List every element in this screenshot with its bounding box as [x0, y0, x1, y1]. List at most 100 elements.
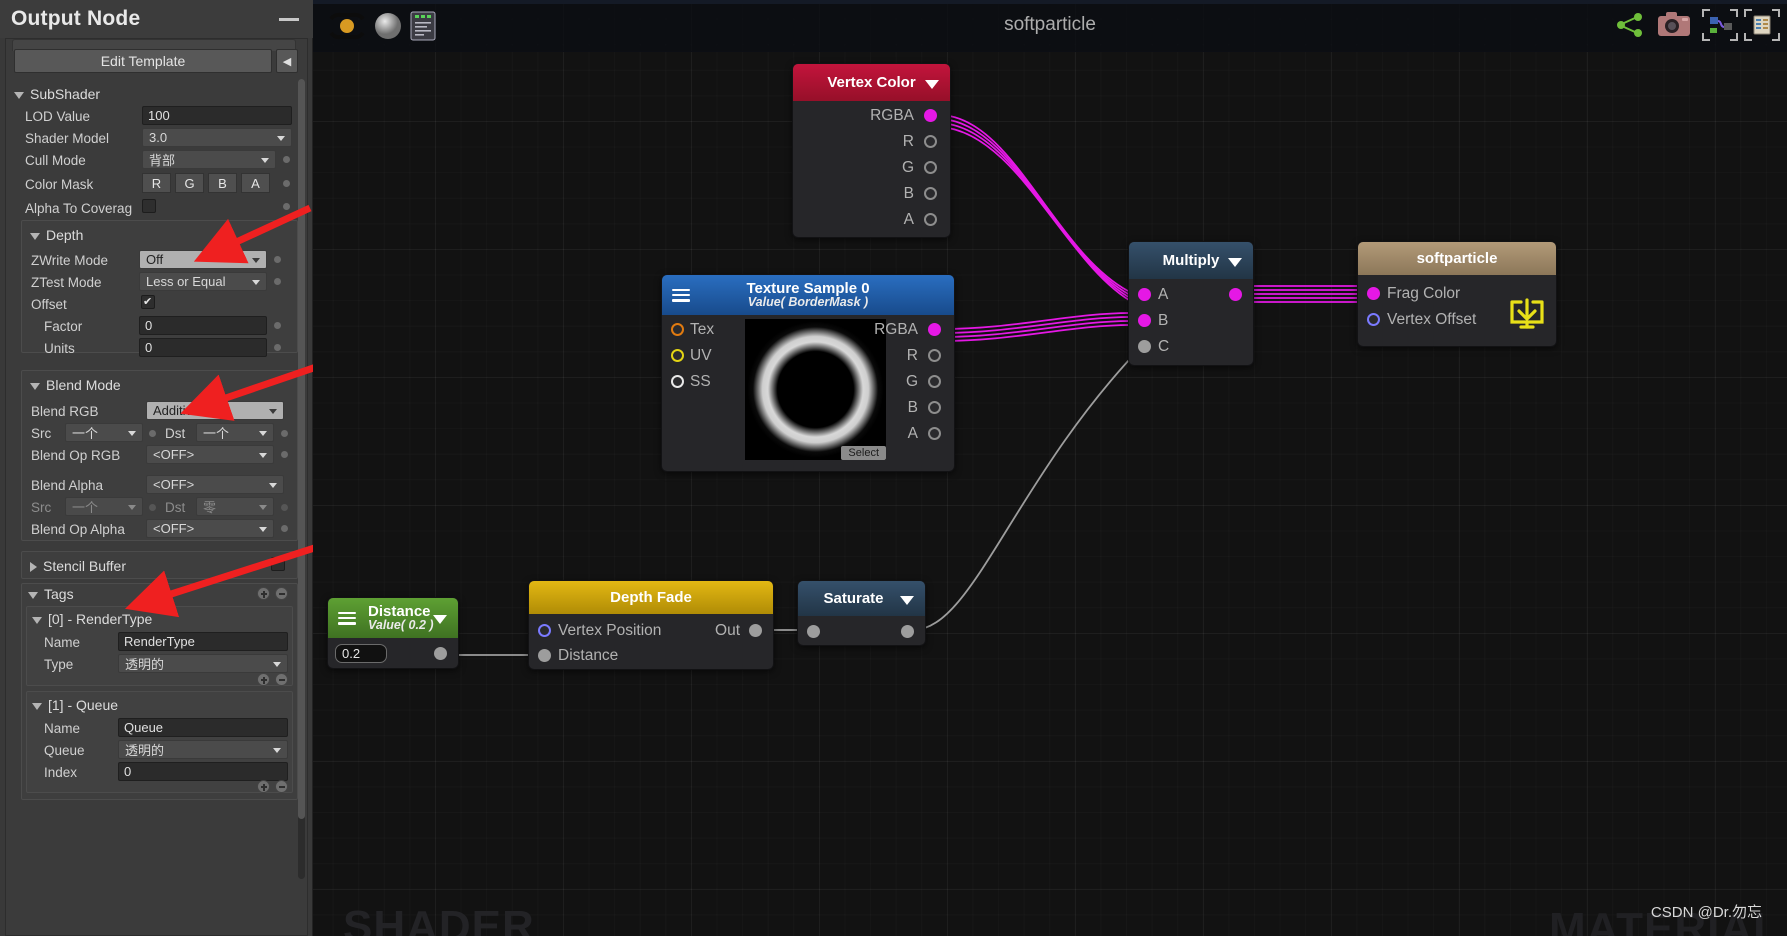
dst-alpha-port-dot[interactable]	[281, 504, 288, 511]
node-texture-sample-header[interactable]: Texture Sample 0 Value( BorderMask )	[662, 275, 954, 315]
edit-template-button[interactable]: Edit Template	[14, 49, 272, 73]
zwrite-mode-dropdown[interactable]: Off	[139, 250, 267, 269]
node-vertex-color-header[interactable]: Vertex Color	[793, 64, 950, 101]
color-mask-g-toggle[interactable]: G	[175, 173, 204, 193]
port-out-depth-fade[interactable]	[749, 624, 762, 637]
port-in-frag-color[interactable]	[1367, 287, 1380, 300]
tag-1-add-button[interactable]	[257, 780, 270, 793]
port-in-b[interactable]	[1138, 314, 1151, 327]
offset-checkbox[interactable]	[141, 295, 155, 309]
port-out-a[interactable]	[924, 213, 937, 226]
port-out-tex-b[interactable]	[928, 401, 941, 414]
foldout-depth[interactable]: Depth	[30, 227, 83, 243]
texture-preview[interactable]: Select	[745, 319, 886, 460]
node-menu-icon[interactable]	[338, 612, 356, 625]
port-in-uv[interactable]	[671, 349, 684, 362]
shader-code-icon[interactable]	[409, 9, 437, 48]
node-softparticle-output[interactable]: softparticle Frag Color Vertex Offset	[1357, 241, 1557, 347]
node-saturate-header[interactable]: Saturate	[798, 581, 925, 616]
tags-add-button[interactable]	[257, 587, 270, 600]
factor-input[interactable]: 0	[139, 316, 267, 335]
node-texture-sample[interactable]: Texture Sample 0 Value( BorderMask ) Tex…	[661, 274, 955, 472]
port-in-vertex-position[interactable]	[538, 624, 551, 637]
tag-1-name-input[interactable]: Queue	[118, 718, 288, 737]
port-out-tex-g[interactable]	[928, 375, 941, 388]
src-alpha-port-dot[interactable]	[149, 504, 156, 511]
node-depth-fade-header[interactable]: Depth Fade	[529, 581, 773, 614]
color-mask-a-toggle[interactable]: A	[241, 173, 270, 193]
cull-mode-dropdown[interactable]: 背部	[142, 150, 276, 169]
port-in-ss[interactable]	[671, 375, 684, 388]
node-distance[interactable]: Distance Value( 0.2 ) 0.2	[327, 597, 459, 669]
node-depth-fade[interactable]: Depth Fade Vertex Position Distance Out	[528, 580, 774, 670]
color-mask-port-dot[interactable]	[283, 180, 290, 187]
foldout-blend-mode[interactable]: Blend Mode	[30, 377, 121, 393]
blend-op-rgb-port-dot[interactable]	[281, 451, 288, 458]
port-out-tex-r[interactable]	[928, 349, 941, 362]
foldout-tags[interactable]: Tags	[28, 586, 74, 602]
foldout-stencil-buffer[interactable]: Stencil Buffer	[30, 558, 126, 574]
ztest-port-dot[interactable]	[274, 278, 281, 285]
src-alpha-dropdown[interactable]: 一个	[65, 497, 143, 516]
src-rgb-port-dot[interactable]	[149, 430, 156, 437]
node-multiply-header[interactable]: Multiply	[1129, 242, 1253, 279]
chevron-down-icon[interactable]	[900, 595, 914, 605]
port-in-tex[interactable]	[671, 323, 684, 336]
tag-1-index-input[interactable]: 0	[118, 762, 288, 781]
blend-op-rgb-dropdown[interactable]: <OFF>	[146, 445, 274, 464]
texture-select-button[interactable]: Select	[841, 446, 886, 460]
units-input[interactable]: 0	[139, 338, 267, 357]
cull-mode-port-dot[interactable]	[283, 156, 290, 163]
port-out-rgba[interactable]	[924, 109, 937, 122]
port-out-tex-rgba[interactable]	[928, 323, 941, 336]
tag-0-add-button[interactable]	[257, 673, 270, 686]
alpha-to-coverage-checkbox[interactable]	[142, 199, 156, 213]
chevron-down-icon[interactable]	[925, 79, 939, 89]
blend-rgb-dropdown[interactable]: Additive	[146, 401, 284, 420]
node-distance-header[interactable]: Distance Value( 0.2 )	[328, 598, 458, 638]
shader-graph-canvas[interactable]: SHADER MATERIAL softparticle Vertex Colo…	[313, 0, 1787, 936]
properties-icon[interactable]	[1743, 8, 1781, 47]
port-in-distance[interactable]	[538, 649, 551, 662]
inspector-scrollbar[interactable]	[298, 79, 305, 819]
color-mask-r-toggle[interactable]: R	[142, 173, 171, 193]
blend-op-alpha-dropdown[interactable]: <OFF>	[146, 519, 274, 538]
port-out-b[interactable]	[924, 187, 937, 200]
tags-remove-button[interactable]	[275, 587, 288, 600]
minimize-icon[interactable]	[279, 18, 299, 21]
refresh-material-icon[interactable]	[325, 11, 369, 46]
chevron-down-icon[interactable]	[1228, 257, 1242, 267]
node-menu-icon[interactable]	[672, 289, 690, 302]
share-icon[interactable]	[1614, 10, 1646, 45]
zwrite-port-dot[interactable]	[274, 256, 281, 263]
factor-port-dot[interactable]	[274, 322, 281, 329]
focus-nodes-icon[interactable]	[1701, 8, 1739, 47]
port-in-vertex-offset[interactable]	[1367, 313, 1380, 326]
node-multiply[interactable]: Multiply A B C	[1128, 241, 1254, 366]
units-port-dot[interactable]	[274, 344, 281, 351]
foldout-tag-1[interactable]: [1] - Queue	[32, 697, 118, 713]
dst-rgb-port-dot[interactable]	[281, 430, 288, 437]
node-saturate[interactable]: Saturate	[797, 580, 926, 646]
node-vertex-color[interactable]: Vertex Color RGBA R G B A	[792, 63, 951, 238]
shader-model-dropdown[interactable]: 3.0	[142, 128, 292, 147]
camera-icon[interactable]	[1657, 10, 1691, 43]
tag-0-remove-button[interactable]	[275, 673, 288, 686]
dst-rgb-dropdown[interactable]: 一个	[196, 423, 274, 442]
port-out-distance[interactable]	[434, 647, 447, 660]
blend-alpha-dropdown[interactable]: <OFF>	[146, 475, 284, 494]
foldout-tag-0[interactable]: [0] - RenderType	[32, 611, 152, 627]
tag-0-name-input[interactable]: RenderType	[118, 632, 288, 651]
ztest-mode-dropdown[interactable]: Less or Equal	[139, 272, 267, 291]
chevron-down-icon[interactable]	[433, 615, 447, 624]
port-in-c[interactable]	[1138, 340, 1151, 353]
port-out-saturate[interactable]	[901, 625, 914, 638]
foldout-subshader[interactable]: SubShader	[14, 86, 100, 102]
alpha-to-coverage-port-dot[interactable]	[283, 203, 290, 210]
port-out-multiply[interactable]	[1229, 288, 1242, 301]
port-out-g[interactable]	[924, 161, 937, 174]
stencil-buffer-checkbox[interactable]	[271, 557, 285, 571]
dst-alpha-dropdown[interactable]: 零	[196, 497, 274, 516]
port-in-a[interactable]	[1138, 288, 1151, 301]
distance-value-input[interactable]: 0.2	[335, 644, 387, 663]
